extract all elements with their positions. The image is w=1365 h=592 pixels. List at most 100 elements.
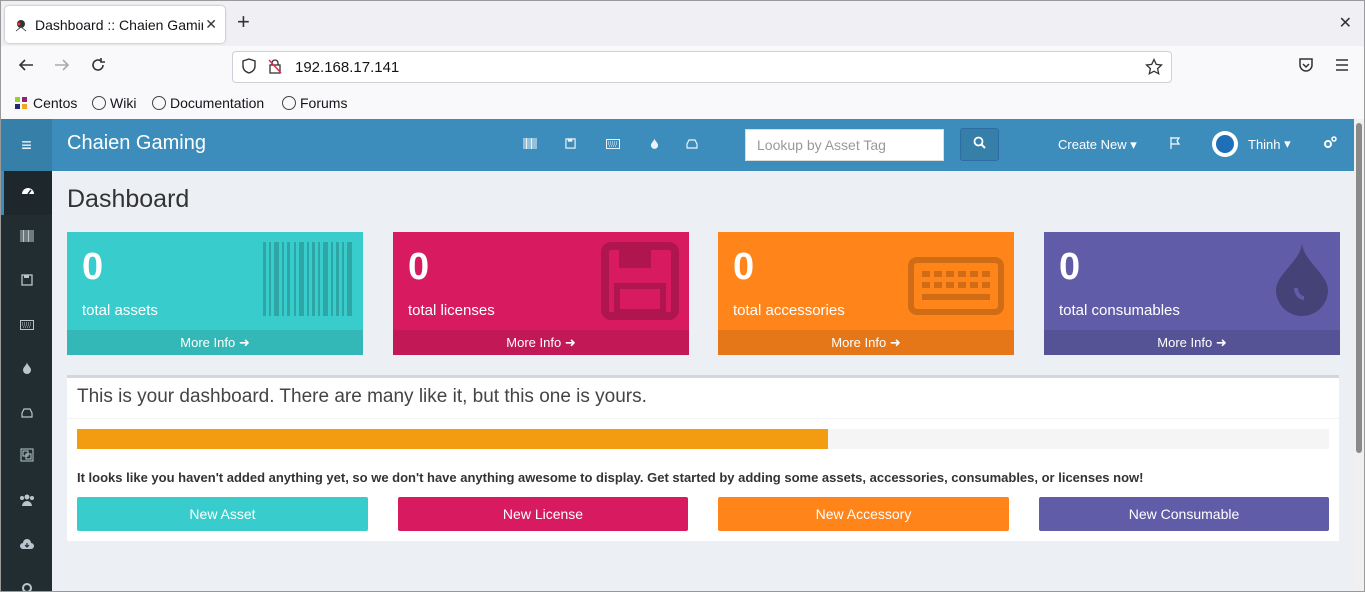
shield-icon[interactable] — [241, 58, 257, 78]
new-tab-icon[interactable]: + — [237, 11, 250, 33]
cogs-icon[interactable] — [1323, 136, 1337, 152]
pocket-icon[interactable] — [1297, 56, 1315, 79]
user-menu[interactable]: Thinh ▾ — [1212, 131, 1291, 157]
bookmark-documentation[interactable]: Documentation — [152, 95, 264, 111]
save-icon — [601, 242, 679, 325]
new-asset-button[interactable]: New Asset — [77, 497, 368, 531]
url-text: 192.168.17.141 — [295, 59, 400, 76]
sidebar-toggle-icon[interactable]: ≡ — [1, 119, 52, 171]
dashboard-panel: This is your dashboard. There are many l… — [67, 375, 1339, 541]
sidebar-item-components[interactable] — [1, 391, 52, 435]
sidebar: ≡ — [1, 119, 52, 591]
stat-box-consumables[interactable]: 0 total consumables More Info ➜ — [1044, 232, 1340, 355]
keyboard-icon — [19, 320, 34, 330]
stat-label: total accessories — [733, 302, 845, 319]
bookmark-star-icon[interactable] — [1145, 57, 1163, 80]
keyboard-icon[interactable] — [606, 137, 620, 152]
sidebar-item-import[interactable] — [1, 523, 52, 567]
sidebar-item-kits[interactable] — [1, 435, 52, 479]
sidebar-item-assets[interactable] — [1, 215, 52, 259]
search-icon — [973, 136, 986, 149]
save-icon — [20, 274, 33, 286]
insecure-lock-icon[interactable] — [267, 58, 283, 78]
more-info-link[interactable]: More Info ➜ — [718, 330, 1014, 355]
more-info-link[interactable]: More Info ➜ — [393, 330, 689, 355]
stat-label: total licenses — [408, 302, 495, 319]
arrow-circle-right-icon: ➜ — [889, 335, 901, 350]
bookmark-forums[interactable]: Forums — [282, 95, 347, 111]
keyboard-icon — [908, 257, 1004, 320]
stat-count: 0 — [408, 246, 430, 288]
arrow-circle-right-icon: ➜ — [238, 335, 250, 350]
avatar — [1212, 131, 1238, 157]
sidebar-item-people[interactable] — [1, 479, 52, 523]
tab-title: Dashboard :: Chaien Gaming — [35, 16, 203, 33]
sidebar-item-settings[interactable] — [1, 567, 52, 591]
more-info-label: More Info — [831, 335, 887, 350]
stat-count: 0 — [1059, 246, 1081, 288]
new-accessory-button[interactable]: New Accessory — [718, 497, 1009, 531]
arrow-circle-right-icon: ➜ — [1215, 335, 1227, 350]
sidebar-item-consumables[interactable] — [1, 347, 52, 391]
sidebar-item-licenses[interactable] — [1, 259, 52, 303]
arrow-circle-right-icon: ➜ — [564, 335, 576, 350]
sidebar-item-accessories[interactable] — [1, 303, 52, 347]
window-close-icon[interactable]: ✕ — [1339, 13, 1352, 33]
tint-icon[interactable] — [650, 137, 659, 152]
new-consumable-button[interactable]: New Consumable — [1039, 497, 1329, 531]
reload-icon[interactable] — [89, 56, 107, 79]
asset-tag-search-input[interactable]: Lookup by Asset Tag — [745, 129, 944, 161]
progress-fill — [77, 429, 829, 449]
browser-window: Dashboard :: Chaien Gaming ✕ + ✕ 192.168… — [0, 0, 1365, 592]
snipeit-app: ≡ Chaien Gaming Lookup by Asset Tag Crea… — [1, 119, 1354, 591]
scrollbar-thumb[interactable] — [1356, 123, 1362, 453]
stat-label: total consumables — [1059, 302, 1180, 319]
url-bar[interactable]: 192.168.17.141 — [232, 51, 1172, 83]
stat-box-accessories[interactable]: 0 total accessories More Info ➜ — [718, 232, 1014, 355]
navigation-bar: 192.168.17.141 — [1, 46, 1364, 88]
divider — [67, 418, 1339, 419]
flag-icon[interactable] — [1169, 136, 1182, 152]
stat-label: total assets — [82, 302, 158, 319]
stat-box-licenses[interactable]: 0 total licenses More Info ➜ — [393, 232, 689, 355]
save-icon[interactable] — [565, 137, 576, 152]
top-navbar: Chaien Gaming Lookup by Asset Tag Create… — [52, 119, 1354, 171]
stat-box-assets[interactable]: 0 total assets More Info ➜ — [67, 232, 363, 355]
stat-count: 0 — [733, 246, 755, 288]
forward-icon[interactable] — [53, 56, 71, 79]
more-info-link[interactable]: More Info ➜ — [1044, 330, 1340, 355]
bookmark-label: Wiki — [110, 95, 137, 111]
sidebar-item-dashboard[interactable] — [1, 171, 52, 215]
main-content: Dashboard 0 total assets More Info ➜ 0 t… — [52, 171, 1354, 591]
more-info-label: More Info — [180, 335, 236, 350]
brand-title[interactable]: Chaien Gaming — [67, 132, 206, 155]
bookmark-label: Forums — [300, 95, 348, 111]
bookmark-wiki[interactable]: Wiki — [92, 95, 136, 111]
dashboard-icon — [22, 188, 34, 195]
create-new-dropdown[interactable]: Create New ▾ — [1058, 137, 1137, 153]
scrollbar[interactable] — [1354, 119, 1364, 591]
globe-icon — [92, 96, 106, 110]
back-icon[interactable] — [17, 56, 35, 79]
centos-icon — [14, 96, 28, 110]
globe-icon — [152, 96, 166, 110]
tab-bar: Dashboard :: Chaien Gaming ✕ + ✕ — [1, 1, 1364, 46]
empty-state-message: It looks like you haven't added anything… — [77, 470, 1144, 485]
progress-bar — [77, 429, 1329, 449]
bookmark-label: Centos — [33, 95, 78, 111]
new-license-button[interactable]: New License — [398, 497, 688, 531]
menu-icon[interactable] — [1333, 56, 1351, 79]
hdd-icon[interactable] — [686, 137, 698, 152]
barcode-icon[interactable] — [523, 137, 537, 152]
more-info-label: More Info — [1157, 335, 1213, 350]
more-info-link[interactable]: More Info ➜ — [67, 330, 363, 355]
hdd-icon — [20, 408, 33, 418]
bookmark-centos[interactable]: Centos — [14, 95, 77, 111]
page-title: Dashboard — [67, 185, 190, 213]
search-button[interactable] — [960, 128, 999, 161]
browser-tab[interactable]: Dashboard :: Chaien Gaming ✕ — [5, 6, 225, 43]
username: Thinh — [1248, 136, 1281, 152]
create-new-label: Create New — [1058, 137, 1127, 152]
tab-close-icon[interactable]: ✕ — [205, 16, 217, 33]
panel-title: This is your dashboard. There are many l… — [77, 386, 647, 407]
